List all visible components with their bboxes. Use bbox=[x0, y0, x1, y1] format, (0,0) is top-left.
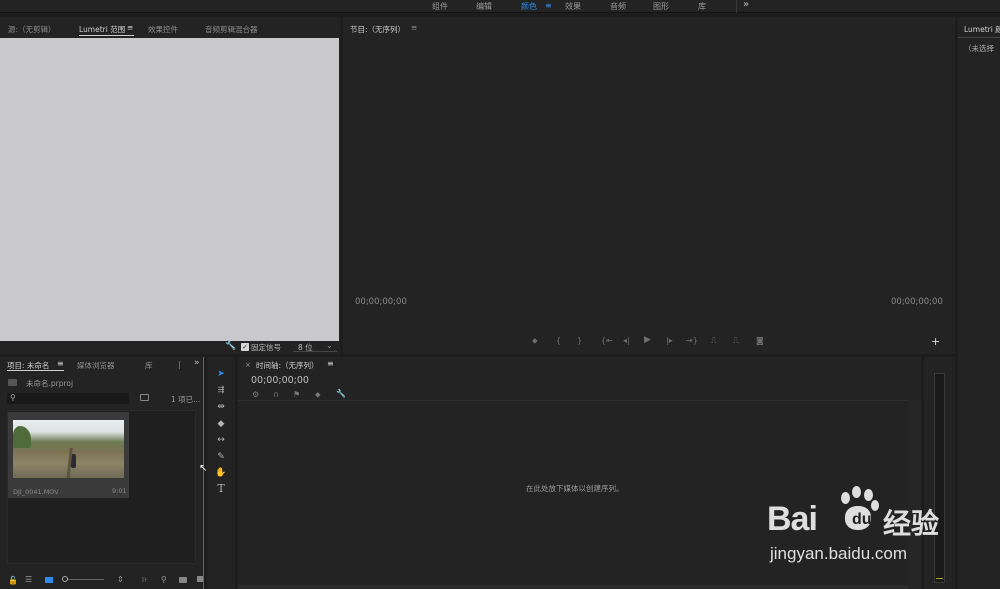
zoom-slider-handle[interactable] bbox=[62, 576, 68, 582]
active-tab-underline bbox=[79, 35, 134, 36]
panel-menu-icon[interactable]: ≡ bbox=[327, 359, 334, 368]
list-view-icon[interactable]: ☰ bbox=[25, 575, 32, 584]
zoom-slider[interactable] bbox=[64, 579, 104, 580]
step-forward-icon[interactable]: |▸ bbox=[666, 336, 673, 345]
new-bin-icon[interactable] bbox=[179, 577, 187, 583]
chevron-down-icon: ⌄ bbox=[326, 341, 333, 350]
search-icon: ⚲ bbox=[10, 393, 16, 402]
tab-lumetri-scopes[interactable]: Lumetri 范围 bbox=[79, 24, 125, 35]
timeline-timecode[interactable]: 00;00;00;00 bbox=[251, 375, 309, 386]
bin-icon bbox=[8, 379, 17, 386]
divider bbox=[238, 400, 908, 401]
workspace-tab-color[interactable]: 颜色 bbox=[521, 1, 537, 12]
new-search-bin-icon[interactable] bbox=[140, 394, 149, 401]
program-timecode-current[interactable]: 00;00;00;00 bbox=[355, 297, 407, 307]
selection-tool-icon[interactable]: ➤ bbox=[214, 368, 228, 380]
workspace-menu-icon[interactable]: ≡ bbox=[545, 1, 552, 10]
horizontal-scrollbar[interactable] bbox=[238, 585, 908, 589]
lumetri-no-selection: （未选择 bbox=[964, 44, 994, 53]
clip-thumbnail bbox=[13, 420, 124, 478]
go-to-out-icon[interactable]: ⇥} bbox=[686, 336, 698, 345]
panel-menu-icon[interactable]: ≡ bbox=[127, 23, 133, 32]
tab-effect-controls[interactable]: 效果控件 bbox=[148, 24, 178, 35]
lift-icon[interactable]: ⎍ bbox=[711, 336, 717, 346]
mark-out-icon[interactable]: } bbox=[577, 336, 582, 345]
razor-tool-icon[interactable]: ◆ bbox=[214, 418, 228, 430]
lock-icon[interactable]: 🔓 bbox=[8, 576, 18, 585]
add-marker-icon[interactable]: ⬥ bbox=[315, 390, 321, 399]
tab-media-browser[interactable]: 媒体浏览器 bbox=[77, 360, 115, 371]
panel-menu-icon[interactable]: ≡ bbox=[57, 359, 64, 368]
add-button-icon[interactable]: + bbox=[931, 335, 940, 348]
track-select-tool-icon[interactable]: ⇶ bbox=[214, 384, 228, 396]
watermark-brand-cn: 经验 bbox=[883, 507, 940, 540]
clamp-signal-checkbox[interactable]: ✓ bbox=[241, 343, 249, 351]
mark-in-icon[interactable]: { bbox=[556, 336, 561, 345]
close-icon[interactable]: × bbox=[245, 361, 251, 369]
watermark-url: jingyan.baidu.com bbox=[770, 544, 908, 563]
panel-menu-icon[interactable]: ≡ bbox=[411, 23, 417, 32]
mouse-cursor-icon: ↖ bbox=[199, 463, 208, 474]
go-to-in-icon[interactable]: {⇤ bbox=[601, 336, 613, 345]
active-tab-underline bbox=[7, 370, 64, 371]
more-panels-icon[interactable]: » bbox=[194, 358, 200, 368]
sort-icon[interactable]: ⇕ bbox=[117, 575, 124, 584]
extract-icon[interactable]: ⎍ bbox=[733, 336, 739, 346]
nest-icon[interactable]: ⚙ bbox=[252, 390, 259, 399]
icon-view-icon[interactable] bbox=[45, 577, 53, 583]
step-back-icon[interactable]: ◂| bbox=[623, 336, 630, 345]
pen-tool-icon[interactable]: ✎ bbox=[214, 451, 228, 463]
more-workspaces-icon[interactable]: » bbox=[743, 0, 749, 10]
program-title[interactable]: 节目:（无序列） bbox=[350, 24, 405, 35]
hand-tool-icon[interactable]: ✋ bbox=[214, 467, 228, 479]
watermark: Bai du 经验 jingyan.baidu.com bbox=[765, 482, 995, 570]
workspace-tab-assembly[interactable]: 组件 bbox=[432, 1, 448, 12]
project-file-name: 未命名.prproj bbox=[26, 379, 74, 388]
timeline-drop-hint: 在此处放下媒体以创建序列。 bbox=[526, 484, 624, 493]
type-tool-icon[interactable]: T bbox=[214, 483, 228, 495]
bit-depth-value: 8 位 bbox=[298, 343, 313, 352]
paw-logo-icon: du bbox=[837, 486, 881, 532]
workspace-tab-effects[interactable]: 效果 bbox=[565, 1, 581, 12]
search-input[interactable] bbox=[7, 393, 129, 404]
clip-duration: 9:01 bbox=[112, 487, 127, 495]
workspace-tab-editing[interactable]: 编辑 bbox=[476, 1, 492, 12]
workspace-tab-graphics[interactable]: 图形 bbox=[653, 1, 669, 12]
ripple-edit-tool-icon[interactable]: ⇹ bbox=[214, 401, 228, 413]
tab-audio-clip-mixer[interactable]: 音频剪辑混合器 bbox=[205, 24, 258, 35]
slip-tool-icon[interactable]: ↔ bbox=[214, 434, 228, 446]
clamp-signal-label: 固定信号 bbox=[251, 343, 281, 352]
audio-meter-level bbox=[936, 578, 943, 579]
tab-libraries[interactable]: 库 bbox=[145, 360, 153, 371]
clip-name: DJI_0041.MOV bbox=[13, 488, 59, 496]
export-frame-icon[interactable]: ◙ bbox=[756, 336, 764, 345]
program-panel bbox=[343, 17, 955, 354]
wrench-icon[interactable]: 🔧 bbox=[336, 389, 346, 398]
automate-icon[interactable]: ⊪ bbox=[142, 576, 148, 584]
play-icon[interactable]: ▶ bbox=[644, 335, 651, 345]
divider-glyph: | bbox=[178, 360, 181, 369]
scopes-display bbox=[0, 38, 339, 341]
divider bbox=[736, 0, 737, 13]
lumetri-color-title[interactable]: Lumetri 颜 bbox=[964, 24, 1000, 35]
new-item-icon[interactable] bbox=[197, 576, 203, 582]
tab-source[interactable]: 源:（无剪辑） bbox=[8, 24, 56, 35]
program-timecode-duration: 00;00;00;00 bbox=[891, 297, 943, 307]
snap-icon[interactable]: ∩ bbox=[273, 390, 279, 399]
watermark-brand: Bai bbox=[767, 500, 818, 538]
wrench-icon[interactable]: 🔧 bbox=[225, 341, 236, 351]
workspace-tab-audio[interactable]: 音频 bbox=[610, 1, 626, 12]
timeline-title[interactable]: 时间轴:（无序列） bbox=[256, 360, 319, 371]
linked-selection-icon[interactable]: ⚑ bbox=[293, 390, 300, 399]
item-count: 1 项已... bbox=[171, 395, 201, 404]
add-marker-icon[interactable]: ⬥ bbox=[532, 336, 538, 346]
workspace-tab-libraries[interactable]: 库 bbox=[698, 1, 706, 12]
divider bbox=[958, 37, 1000, 38]
find-icon[interactable]: ⚲ bbox=[161, 575, 167, 584]
workspace-bar: 组件 编辑 颜色 ≡ 效果 音频 图形 库 » bbox=[0, 0, 1000, 13]
